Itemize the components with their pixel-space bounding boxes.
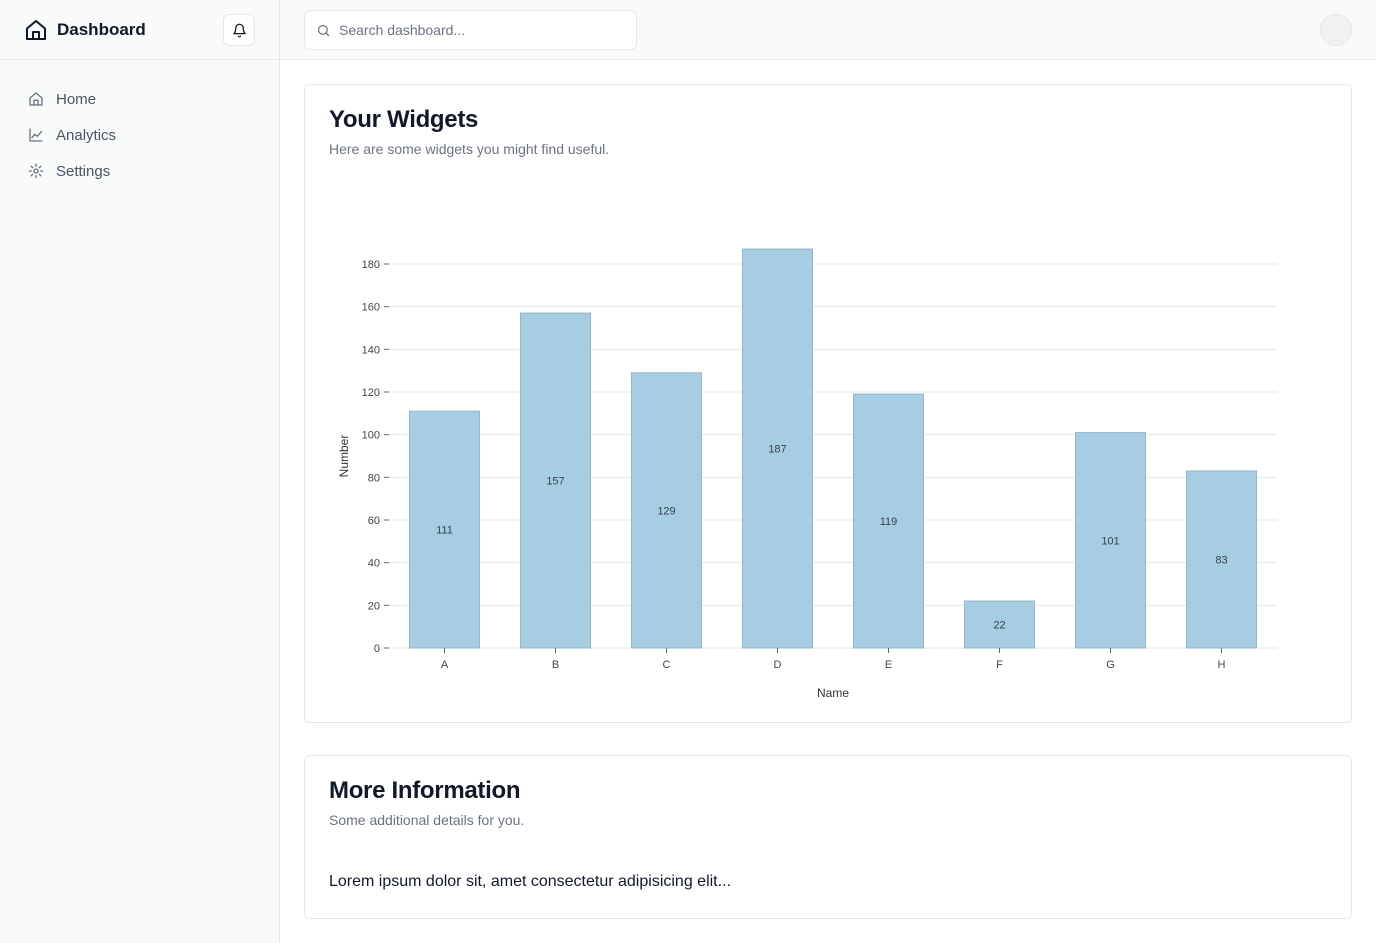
- search-icon: [317, 24, 330, 36]
- y-tick-label: 100: [362, 430, 380, 442]
- y-tick-label: 80: [368, 472, 380, 484]
- y-tick-label: 160: [362, 302, 380, 314]
- data-label: 157: [546, 476, 564, 488]
- gear-icon: [28, 163, 44, 179]
- sidebar-item-label: Analytics: [56, 126, 117, 144]
- y-tick-label: 60: [368, 515, 380, 527]
- x-axis-label: Name: [817, 686, 849, 700]
- data-label: 187: [768, 444, 786, 456]
- line-chart-icon: [29, 128, 43, 142]
- y-tick-label: 120: [362, 387, 380, 399]
- y-tick-label: 0: [374, 643, 380, 655]
- widgets-card: Your Widgets Here are some widgets you m…: [304, 84, 1352, 723]
- y-tick-label: 140: [362, 344, 380, 356]
- notifications-button[interactable]: [223, 14, 255, 46]
- search-input[interactable]: [339, 22, 619, 38]
- y-tick-label: 180: [362, 259, 380, 271]
- sidebar-item-label: Settings: [56, 162, 111, 180]
- data-label: 83: [1215, 554, 1227, 566]
- sidebar: Dashboard Home Analytics Settings: [0, 0, 280, 943]
- bell-icon: [232, 23, 246, 37]
- x-tick-label: B: [552, 659, 559, 671]
- sidebar-item-analytics[interactable]: Analytics: [28, 117, 263, 153]
- brand[interactable]: Dashboard: [24, 18, 146, 42]
- sidebar-item-home[interactable]: Home: [28, 81, 263, 117]
- x-tick-label: G: [1106, 659, 1115, 671]
- x-tick-label: A: [441, 659, 449, 671]
- x-tick-label: H: [1218, 659, 1226, 671]
- info-card: More Information Some additional details…: [304, 755, 1352, 919]
- y-tick-label: 40: [368, 558, 380, 570]
- info-body-text: Lorem ipsum dolor sit, amet consectetur …: [329, 873, 731, 890]
- home-icon: [26, 19, 46, 40]
- x-tick-label: E: [885, 659, 892, 671]
- sidebar-item-label: Home: [56, 90, 97, 108]
- sidebar-nav: Home Analytics Settings: [0, 60, 279, 189]
- avatar[interactable]: [1320, 14, 1352, 46]
- search-box[interactable]: [304, 10, 637, 50]
- bar-chart: 0 20 40 60 80 100 120 140 160 180 111 A 157 B 129 C 187 D…: [337, 248, 1277, 700]
- data-label: 101: [1101, 535, 1119, 547]
- sidebar-header: Dashboard: [0, 0, 279, 60]
- data-label: 22: [993, 620, 1005, 632]
- top-bar: [280, 0, 1376, 60]
- x-tick-label: F: [996, 659, 1003, 671]
- data-label: 111: [436, 525, 453, 537]
- sidebar-item-settings[interactable]: Settings: [28, 153, 263, 189]
- card-description: Some additional details for you.: [329, 812, 525, 828]
- data-label: 119: [880, 516, 898, 528]
- card-title: More Information: [329, 777, 521, 804]
- y-tick-label: 20: [368, 600, 380, 612]
- x-tick-label: C: [663, 659, 671, 671]
- x-tick-label: D: [774, 659, 782, 671]
- home-icon: [29, 92, 43, 106]
- brand-title: Dashboard: [57, 19, 146, 39]
- y-axis-label: Number: [337, 435, 351, 478]
- data-label: 129: [657, 505, 675, 517]
